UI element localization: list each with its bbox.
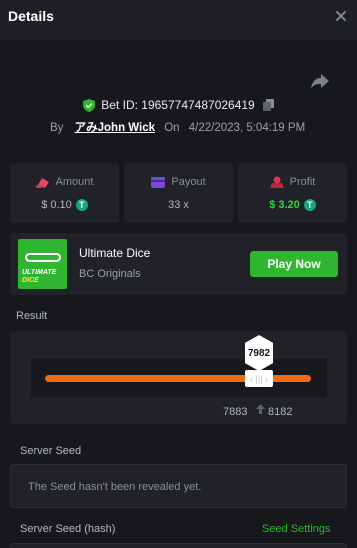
share-icon[interactable] <box>310 72 330 90</box>
usdt-coin-icon: T <box>75 199 88 211</box>
result-slider-handle[interactable]: ‹ ||| › <box>245 370 273 387</box>
play-now-button[interactable]: Play Now <box>250 251 338 277</box>
amount-label: Amount <box>55 176 94 188</box>
server-seed-label: Server Seed <box>20 445 82 457</box>
details-header: Details <box>0 0 357 40</box>
payout-value: 33 x <box>168 199 189 211</box>
on-label: On <box>164 122 180 134</box>
result-range-low: 7883 <box>223 406 248 418</box>
bet-id: Bet ID: 19657747487026419 <box>101 98 255 112</box>
card-icon <box>151 176 166 188</box>
verified-shield-icon <box>83 98 96 112</box>
thumb-title-line2: DICE <box>22 277 39 284</box>
payout-card: Payout 33 x <box>124 163 233 223</box>
bet-stats: Amount $ 0.10 T Payout 33 x Profit $ 3.2… <box>10 163 347 223</box>
thumb-title-line1: ULTIMATE <box>22 269 57 276</box>
result-panel: ‹ ||| › 7982 7883 8182 <box>10 331 347 424</box>
amount-card: Amount $ 0.10 T <box>10 163 119 223</box>
bet-datetime: 4/22/2023, 5:04:19 PM <box>188 122 306 134</box>
username-link[interactable]: アみJohn Wick <box>75 122 155 134</box>
game-name: Ultimate Dice <box>79 246 151 260</box>
bet-author-row: By アみJohn Wick On 4/22/2023, 5:04:19 PM <box>50 119 305 135</box>
bet-id-row: Bet ID: 19657747487026419 <box>0 97 357 113</box>
by-label: By <box>50 122 64 134</box>
close-icon[interactable] <box>333 8 349 24</box>
amount-icon <box>35 178 49 188</box>
profit-icon <box>269 176 284 188</box>
result-label: Result <box>16 310 48 322</box>
usdt-coin-icon: T <box>303 199 316 211</box>
copy-icon[interactable] <box>262 99 274 111</box>
server-seed-hash-field <box>10 543 347 548</box>
game-provider: BC Originals <box>79 268 141 280</box>
profit-value: $ 3.20 <box>269 199 300 211</box>
payout-label: Payout <box>171 176 206 188</box>
result-range-high: 8182 <box>268 406 293 418</box>
page-title: Details <box>8 8 54 24</box>
profit-card: Profit $ 3.20 T <box>238 163 347 223</box>
server-seed-message: The Seed hasn't been revealed yet. <box>28 481 202 493</box>
arrow-up-icon <box>256 404 265 414</box>
game-thumbnail[interactable]: ULTIMATE DICE <box>18 239 67 289</box>
dice-track-graphic <box>25 253 61 262</box>
profit-label: Profit <box>289 176 316 188</box>
game-card: ULTIMATE DICE Ultimate Dice BC Originals… <box>10 233 347 295</box>
server-seed-field: The Seed hasn't been revealed yet. <box>10 464 347 508</box>
server-seed-hash-label: Server Seed (hash) <box>20 523 116 535</box>
amount-value: $ 0.10 <box>41 199 72 211</box>
seed-settings-link[interactable]: Seed Settings <box>262 523 331 535</box>
